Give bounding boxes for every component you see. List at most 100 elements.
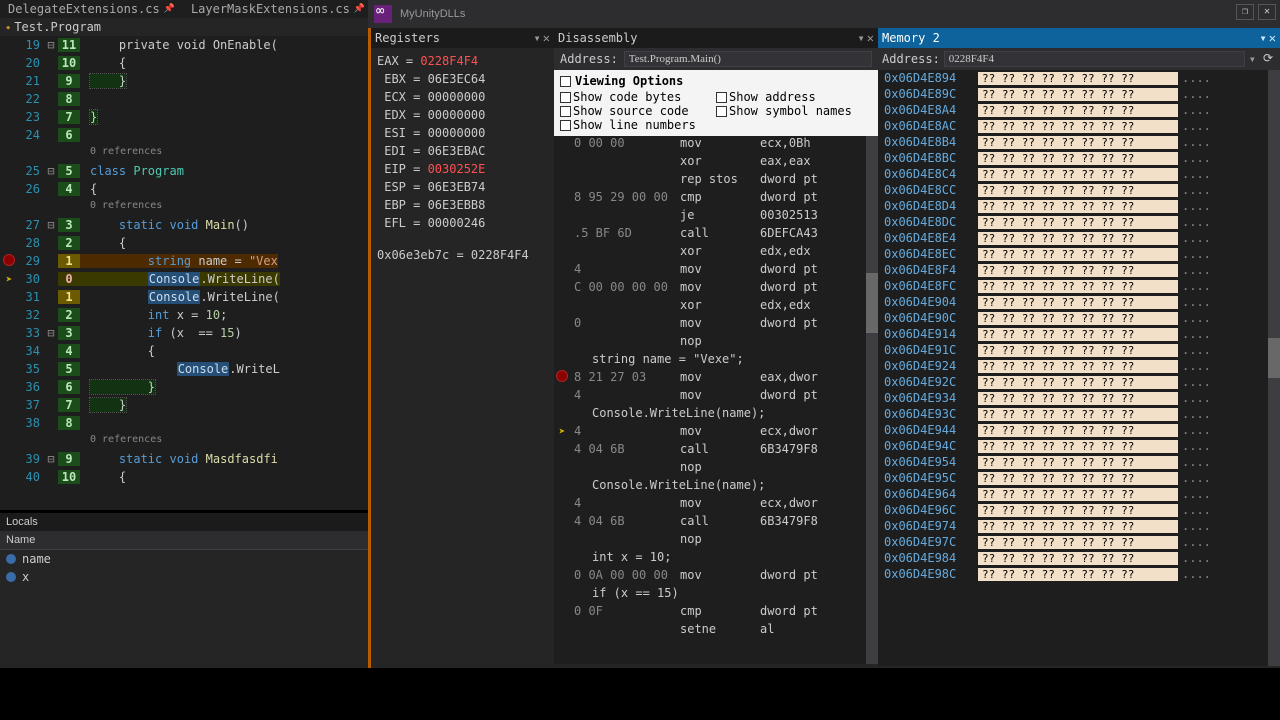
- code-text[interactable]: }: [80, 110, 97, 124]
- code-text[interactable]: {: [80, 56, 126, 70]
- disasm-line[interactable]: 4 04 6Bcall6B3479F8: [554, 514, 878, 532]
- code-text[interactable]: }: [80, 398, 126, 412]
- tab[interactable]: DelegateExtensions.cs 📌: [0, 0, 183, 18]
- locals-row[interactable]: x: [0, 568, 370, 586]
- disasm-line[interactable]: setneal: [554, 622, 878, 640]
- memory-row[interactable]: 0x06D4E8AC?? ?? ?? ?? ?? ?? ?? ??....: [878, 118, 1280, 134]
- memory-row[interactable]: 0x06D4E8FC?? ?? ?? ?? ?? ?? ?? ??....: [878, 278, 1280, 294]
- tab[interactable]: LayerMaskExtensions.cs 📌: [183, 0, 373, 18]
- restore-button[interactable]: ❐: [1236, 4, 1254, 20]
- memory-row[interactable]: 0x06D4E98C?? ?? ?? ?? ?? ?? ?? ??....: [878, 566, 1280, 582]
- outline-toggle[interactable]: ⊟: [44, 452, 58, 466]
- close-icon[interactable]: ✕: [1269, 31, 1276, 45]
- disasm-line[interactable]: 0 0Fcmpdword pt: [554, 604, 878, 622]
- outline-toggle[interactable]: ⊟: [44, 218, 58, 232]
- code-text[interactable]: private void OnEnable(: [80, 38, 278, 52]
- viewing-option[interactable]: Show source code: [560, 104, 716, 118]
- memory-row[interactable]: 0x06D4E96C?? ?? ?? ?? ?? ?? ?? ??....: [878, 502, 1280, 518]
- checkbox-icon[interactable]: [560, 92, 571, 103]
- disasm-address-input[interactable]: [624, 51, 872, 67]
- code-text[interactable]: static void Masdfasdfi: [80, 452, 278, 466]
- refresh-icon[interactable]: ⟳: [1260, 51, 1276, 67]
- scroll-thumb[interactable]: [866, 273, 878, 333]
- viewing-option[interactable]: Show address: [716, 90, 872, 104]
- memory-row[interactable]: 0x06D4E954?? ?? ?? ?? ?? ?? ?? ??....: [878, 454, 1280, 470]
- memory-row[interactable]: 0x06D4E8E4?? ?? ?? ?? ?? ?? ?? ??....: [878, 230, 1280, 246]
- code-text[interactable]: {: [80, 344, 155, 358]
- disasm-line[interactable]: rep stosdword pt: [554, 172, 878, 190]
- viewing-option[interactable]: Show symbol names: [716, 104, 872, 118]
- references-label[interactable]: 0 references: [80, 146, 162, 160]
- breakpoint-gutter[interactable]: [0, 254, 18, 269]
- code-text[interactable]: {: [80, 470, 126, 484]
- code-text[interactable]: static void Main(): [80, 218, 249, 232]
- memory-row[interactable]: 0x06D4E934?? ?? ?? ?? ?? ?? ?? ??....: [878, 390, 1280, 406]
- memory-row[interactable]: 0x06D4E8A4?? ?? ?? ?? ?? ?? ?? ??....: [878, 102, 1280, 118]
- disasm-line[interactable]: 4movecx,dwor: [554, 496, 878, 514]
- code-text[interactable]: {: [80, 182, 97, 196]
- disasm-line[interactable]: xoredx,edx: [554, 298, 878, 316]
- dropdown-icon[interactable]: ▾: [534, 31, 541, 45]
- memory-row[interactable]: 0x06D4E8BC?? ?? ?? ?? ?? ?? ?? ??....: [878, 150, 1280, 166]
- memory-row[interactable]: 0x06D4E924?? ?? ?? ?? ?? ?? ?? ??....: [878, 358, 1280, 374]
- memory-row[interactable]: 0x06D4E8C4?? ?? ?? ?? ?? ?? ?? ??....: [878, 166, 1280, 182]
- memory-row[interactable]: 0x06D4E8B4?? ?? ?? ?? ?? ?? ?? ??....: [878, 134, 1280, 150]
- close-icon[interactable]: ✕: [867, 31, 874, 45]
- disasm-line[interactable]: 8 21 27 03moveax,dwor: [554, 370, 878, 388]
- pin-icon[interactable]: 📌: [354, 4, 365, 14]
- scroll-thumb[interactable]: [1268, 338, 1280, 378]
- viewing-option[interactable]: Show code bytes: [560, 90, 716, 104]
- memory-row[interactable]: 0x06D4E90C?? ?? ?? ?? ?? ?? ?? ??....: [878, 310, 1280, 326]
- breakpoint-icon[interactable]: [556, 370, 568, 382]
- disasm-line[interactable]: nop: [554, 460, 878, 478]
- memory-row[interactable]: 0x06D4E984?? ?? ?? ?? ?? ?? ?? ??....: [878, 550, 1280, 566]
- disasm-line[interactable]: 0movdword pt: [554, 316, 878, 334]
- locals-header[interactable]: Name: [0, 531, 370, 550]
- memory-row[interactable]: 0x06D4E89C?? ?? ?? ?? ?? ?? ?? ??....: [878, 86, 1280, 102]
- memory-row[interactable]: 0x06D4E94C?? ?? ?? ?? ?? ?? ?? ??....: [878, 438, 1280, 454]
- disasm-line[interactable]: 4 04 6Bcall6B3479F8: [554, 442, 878, 460]
- disasm-line[interactable]: 0 00 00movecx,0Bh: [554, 136, 878, 154]
- code-text[interactable]: class Program: [80, 164, 184, 178]
- code-text[interactable]: }: [80, 74, 126, 88]
- disasm-line[interactable]: 0 0A 00 00 00movdword pt: [554, 568, 878, 586]
- checkbox-icon[interactable]: [560, 106, 571, 117]
- memory-row[interactable]: 0x06D4E92C?? ?? ?? ?? ?? ?? ?? ??....: [878, 374, 1280, 390]
- memory-row[interactable]: 0x06D4E8D4?? ?? ?? ?? ?? ?? ?? ??....: [878, 198, 1280, 214]
- breakpoint-gutter[interactable]: ➤: [0, 272, 18, 286]
- references-label[interactable]: 0 references: [80, 434, 162, 448]
- code-text[interactable]: {: [80, 236, 126, 250]
- memory-row[interactable]: 0x06D4E914?? ?? ?? ?? ?? ?? ?? ??....: [878, 326, 1280, 342]
- code-text[interactable]: string name = "Vex: [80, 254, 278, 268]
- checkbox-icon[interactable]: [716, 92, 727, 103]
- memory-row[interactable]: 0x06D4E91C?? ?? ?? ?? ?? ?? ?? ??....: [878, 342, 1280, 358]
- memory-row[interactable]: 0x06D4E93C?? ?? ?? ?? ?? ?? ?? ??....: [878, 406, 1280, 422]
- scrollbar[interactable]: [866, 136, 878, 664]
- disasm-line[interactable]: nop: [554, 532, 878, 550]
- disasm-line[interactable]: 4movdword pt: [554, 388, 878, 406]
- checkbox-icon[interactable]: [716, 106, 727, 117]
- memory-row[interactable]: 0x06D4E8F4?? ?? ?? ?? ?? ?? ?? ??....: [878, 262, 1280, 278]
- memory-row[interactable]: 0x06D4E974?? ?? ?? ?? ?? ?? ?? ??....: [878, 518, 1280, 534]
- memory-row[interactable]: 0x06D4E904?? ?? ?? ?? ?? ?? ?? ??....: [878, 294, 1280, 310]
- disasm-line[interactable]: je00302513: [554, 208, 878, 226]
- memory-row[interactable]: 0x06D4E97C?? ?? ?? ?? ?? ?? ?? ??....: [878, 534, 1280, 550]
- disasm-line[interactable]: xoreax,eax: [554, 154, 878, 172]
- breakpoint-icon[interactable]: [3, 254, 15, 266]
- disasm-line[interactable]: .5 BF 6Dcall6DEFCA43: [554, 226, 878, 244]
- disasm-line[interactable]: ➤4movecx,dwor: [554, 424, 878, 442]
- code-text[interactable]: }: [80, 380, 155, 394]
- dropdown-icon[interactable]: ▾: [1249, 52, 1256, 66]
- disasm-line[interactable]: 4movdword pt: [554, 262, 878, 280]
- checkbox-icon[interactable]: [560, 120, 571, 131]
- viewing-option[interactable]: Show line numbers: [560, 118, 716, 132]
- outline-toggle[interactable]: ⊟: [44, 326, 58, 340]
- code-text[interactable]: Console.WriteLine(: [80, 290, 280, 304]
- dropdown-icon[interactable]: ▾: [858, 31, 865, 45]
- memory-row[interactable]: 0x06D4E8CC?? ?? ?? ?? ?? ?? ?? ??....: [878, 182, 1280, 198]
- code-text[interactable]: Console.WriteLine(: [80, 272, 280, 286]
- memory-row[interactable]: 0x06D4E894?? ?? ?? ?? ?? ?? ?? ??....: [878, 70, 1280, 86]
- dropdown-icon[interactable]: ▾: [1260, 31, 1267, 45]
- memory-row[interactable]: 0x06D4E8EC?? ?? ?? ?? ?? ?? ?? ??....: [878, 246, 1280, 262]
- memory-row[interactable]: 0x06D4E964?? ?? ?? ?? ?? ?? ?? ??....: [878, 486, 1280, 502]
